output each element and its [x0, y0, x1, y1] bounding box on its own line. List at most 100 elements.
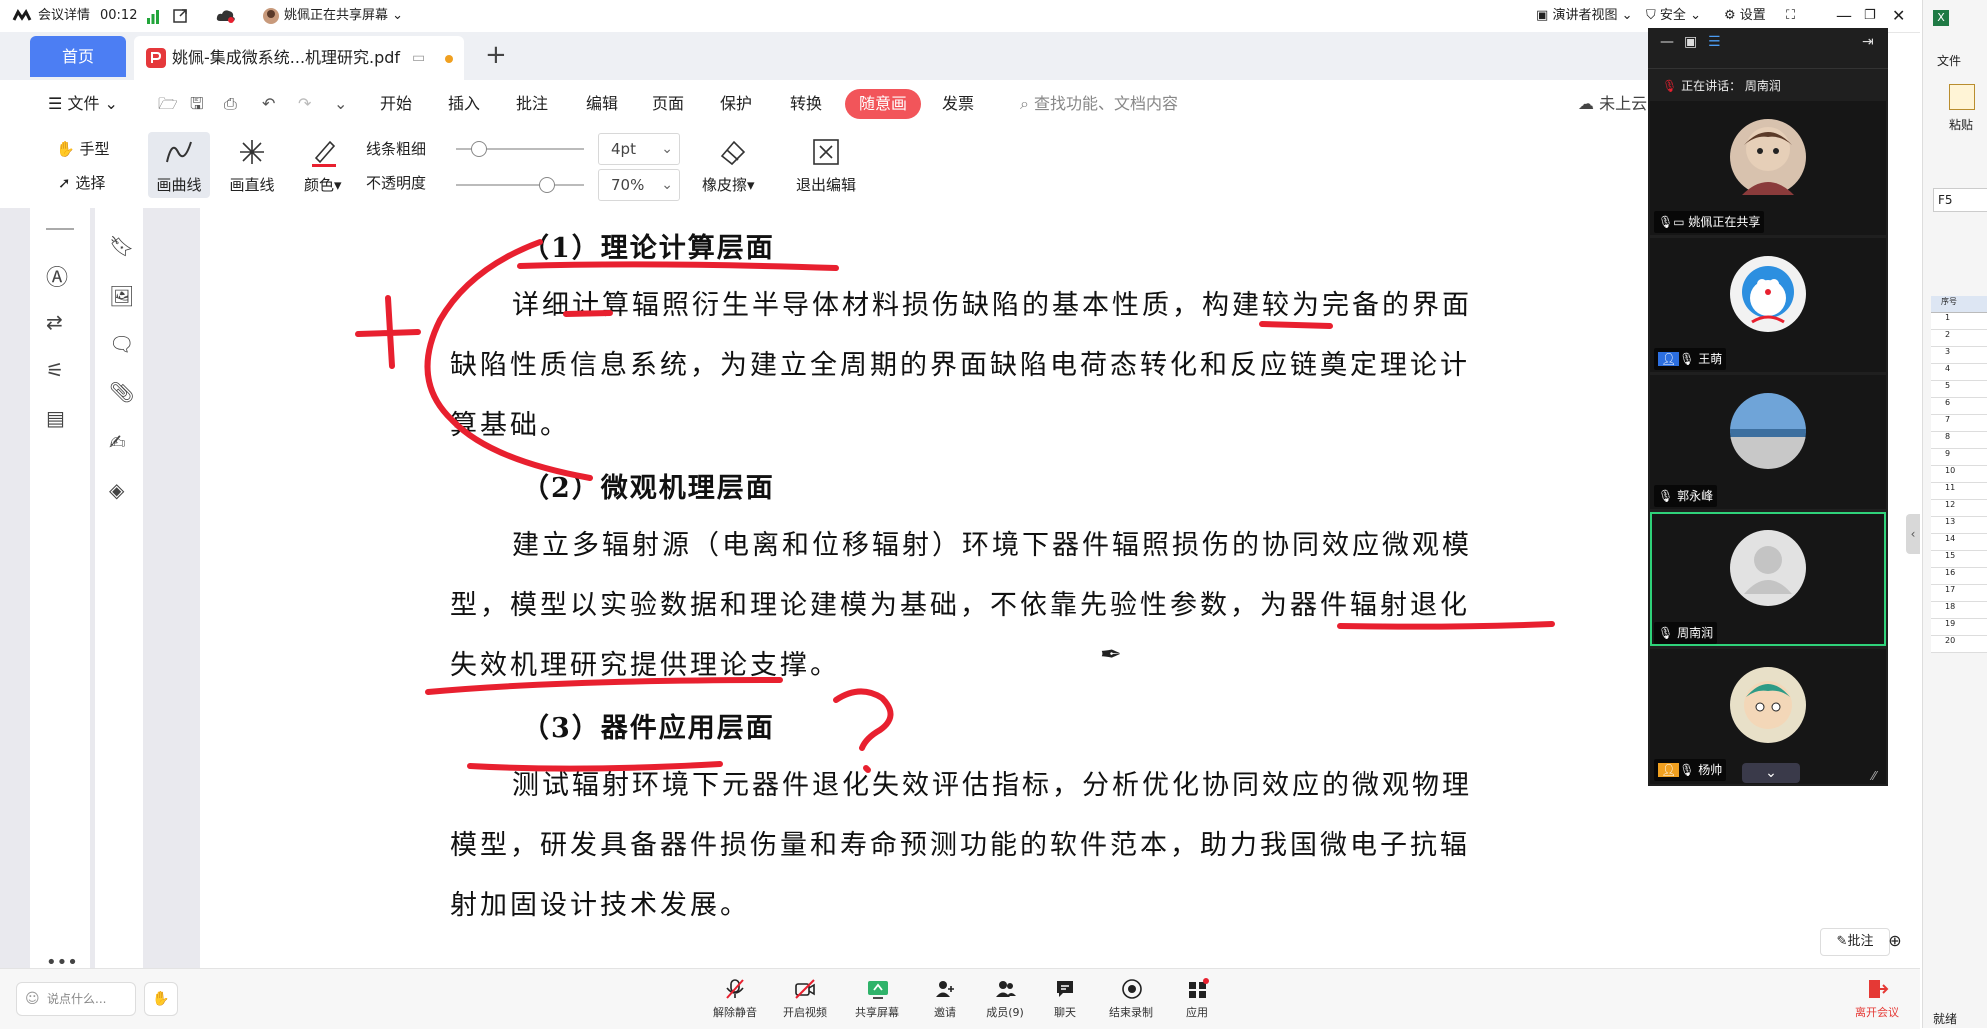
raise-hand-icon[interactable]: ✋: [144, 982, 178, 1016]
excel-row-number: 20: [1931, 636, 1987, 653]
panel-list-icon[interactable]: ☰: [1708, 34, 1721, 50]
excel-row-number: 15: [1931, 551, 1987, 568]
panel-minimize-icon[interactable]: —: [1660, 34, 1674, 50]
annotation-underline-build: [1259, 321, 1333, 329]
excel-row-number: 5: [1931, 381, 1987, 398]
members-icon: [996, 981, 1016, 997]
excel-row-number: 19: [1931, 619, 1987, 636]
expand-side-chevron-icon[interactable]: ‹: [1906, 514, 1920, 554]
clipboard-icon: [1949, 84, 1975, 110]
annotation-underline-device: [1337, 621, 1555, 630]
mic-muted-icon: 🎙︎: [1679, 352, 1695, 366]
pen-icon: ✎: [1836, 934, 1848, 949]
annotation-underline-application: [467, 761, 723, 772]
excel-row-number: 14: [1931, 534, 1987, 551]
emoji-icon: ☺: [25, 991, 40, 1007]
apps-label: 应用: [1186, 1006, 1208, 1019]
participant-name-label: 🎙︎ 周南润: [1654, 622, 1718, 644]
avatar: [1730, 256, 1806, 332]
start-video-button[interactable]: 开启视频: [770, 968, 840, 1028]
paste-button[interactable]: 粘贴: [1949, 116, 1973, 133]
participant-tile[interactable]: 👤︎ 🎙︎ 杨帅 ⌄ ⁄⁄: [1650, 649, 1886, 784]
participant-name: 周南润: [1677, 626, 1714, 640]
speaking-indicator: 🎙︎ 正在讲话： 周南润: [1662, 72, 1781, 100]
chat-quick-input[interactable]: ☺ 说点什么...: [16, 982, 136, 1016]
participant-tile[interactable]: 🎙︎ 郭永峰: [1650, 375, 1886, 509]
resize-grip-icon[interactable]: ⁄⁄: [1872, 769, 1876, 783]
excel-row-number: 2: [1931, 330, 1987, 347]
record-icon: [1122, 979, 1142, 999]
share-screen-button[interactable]: 共享屏幕: [842, 968, 912, 1028]
excel-row-number: 10: [1931, 466, 1987, 483]
share-icon: ▭: [1673, 215, 1685, 229]
avatar: [1730, 530, 1806, 606]
leave-meeting-label: 离开会议: [1855, 1006, 1899, 1019]
excel-row-number: 9: [1931, 449, 1987, 466]
mic-muted-icon: [726, 979, 744, 999]
excel-grid: 序号 1 2 3 4 5 6 7 8 9 10 11 12 13 14 15 16 17 18 19 20: [1931, 296, 1987, 653]
annotate-float-label: 批注: [1847, 934, 1874, 949]
annotation-underline-heading: [517, 261, 839, 271]
excel-window-sliver: X 文件 粘贴 F5 序号 1 2 3 4 5 6 7 8 9 10 11 12 13 14 15 16 17 1…: [1922, 0, 1987, 1028]
participant-name-label: 👤︎ 🎙︎ 杨帅: [1654, 759, 1727, 781]
end-recording-label: 结束录制: [1109, 1006, 1153, 1019]
excel-header-cell: 序号: [1931, 296, 1987, 313]
participant-name-label: 👤︎ 🎙︎ 王萌: [1654, 348, 1727, 370]
chat-bubble-icon: [1057, 981, 1073, 997]
chat-quick-placeholder: 说点什么...: [47, 992, 107, 1006]
avatar: [1730, 119, 1806, 195]
speaking-prefix: 正在讲话：: [1681, 79, 1742, 93]
panel-window-icon[interactable]: ▣: [1684, 34, 1697, 50]
zoom-in-icon[interactable]: ⊕: [1880, 928, 1910, 954]
excel-file-tab[interactable]: 文件: [1937, 52, 1961, 69]
participant-name: 王萌: [1698, 352, 1723, 366]
excel-status: 就绪: [1933, 1012, 1958, 1026]
gear-icon: ⚙: [1724, 8, 1736, 23]
participant-tile[interactable]: 👤︎ 🎙︎ 王萌: [1650, 238, 1886, 372]
share-screen-label: 共享屏幕: [855, 1006, 899, 1019]
chevron-down-icon: ⌄: [1690, 8, 1701, 23]
excel-row-number: 6: [1931, 398, 1987, 415]
mic-icon: 🎙︎: [1658, 215, 1674, 229]
avatar: [1730, 667, 1806, 743]
leave-meeting-button[interactable]: 离开会议: [1842, 968, 1912, 1028]
name-box[interactable]: F5: [1933, 188, 1987, 212]
exit-door-icon: [1869, 980, 1889, 998]
annotation-brace: [424, 239, 593, 481]
host-badge-icon: 👤︎: [1658, 763, 1680, 777]
excel-row-number: 3: [1931, 347, 1987, 364]
scroll-down-chevron-icon[interactable]: ⌄: [1742, 763, 1800, 783]
participant-tile[interactable]: 🎙︎▭ 姚佩正在共享: [1650, 101, 1886, 235]
annotation-question-mark: [833, 688, 894, 751]
settings-label: 设置: [1739, 8, 1766, 23]
mic-muted-icon: 🎙︎: [1679, 763, 1695, 777]
apps-button[interactable]: 应用: [1162, 968, 1232, 1028]
security-label: 安全: [1659, 8, 1686, 23]
chat-button[interactable]: 聊天: [1030, 968, 1100, 1028]
excel-row-number: 4: [1931, 364, 1987, 381]
excel-logo-icon: X: [1933, 10, 1949, 26]
share-screen-icon: [868, 981, 888, 999]
user-icon: 👤︎: [1658, 352, 1680, 366]
unmute-button[interactable]: 解除静音: [700, 968, 770, 1028]
excel-row-number: 8: [1931, 432, 1987, 449]
participant-name-label: 🎙︎▭ 姚佩正在共享: [1654, 211, 1765, 233]
unmute-label: 解除静音: [713, 1006, 757, 1019]
panel-collapse-icon[interactable]: ⇥: [1862, 34, 1874, 50]
freehand-annotations: [355, 239, 1555, 773]
annotation-plus: [355, 295, 421, 369]
avatar: [1730, 393, 1806, 469]
annotation-question-dot: [863, 765, 871, 773]
close-icon[interactable]: ✕: [1892, 0, 1905, 32]
pen-cursor-icon: ✒: [1100, 640, 1122, 670]
participant-name-label: 🎙︎ 郭永峰: [1654, 485, 1718, 507]
excel-row-number: 11: [1931, 483, 1987, 500]
panel-divider: [1648, 68, 1888, 69]
participant-name: 杨帅: [1698, 763, 1723, 777]
mic-icon: 🎙︎: [1658, 626, 1674, 640]
participant-tile-active-speaker[interactable]: 🎙︎ 周南润: [1650, 512, 1886, 646]
excel-row-number: 17: [1931, 585, 1987, 602]
end-recording-button[interactable]: 结束录制: [1096, 968, 1166, 1028]
camera-off-icon: [795, 979, 815, 999]
excel-row-number: 16: [1931, 568, 1987, 585]
